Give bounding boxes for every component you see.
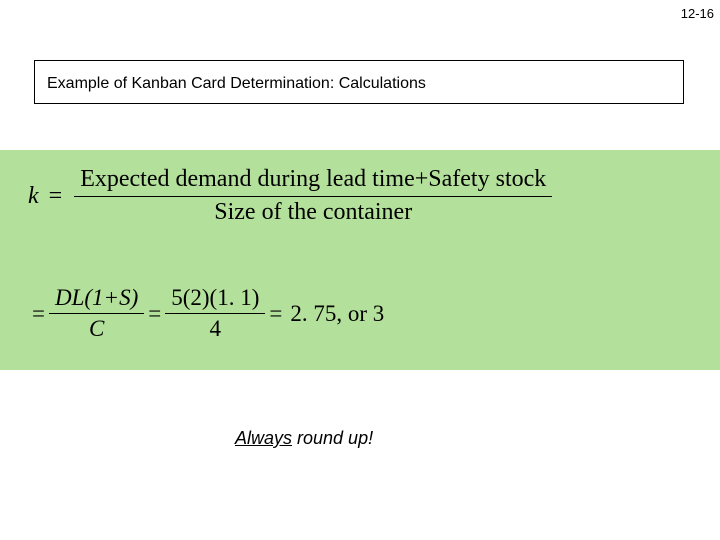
equals-sign: =	[269, 301, 282, 327]
formula-calculation: = DL(1+S) C = 5(2)(1. 1) 4 = 2. 75, or 3	[28, 285, 384, 343]
numeric-denominator: 4	[204, 316, 228, 342]
equals-sign: =	[32, 301, 45, 327]
symbolic-numerator: DL(1+S)	[49, 285, 144, 311]
numeric-numerator: 5(2)(1. 1)	[165, 285, 265, 311]
formula-numerator: Expected demand during lead time+Safety …	[74, 166, 552, 194]
symbolic-fraction: DL(1+S) C	[49, 285, 144, 343]
fraction-bar	[165, 313, 265, 314]
numeric-fraction: 5(2)(1. 1) 4	[165, 285, 265, 343]
footnote-rest: round up!	[292, 428, 373, 448]
result-value: 2. 75, or 3	[290, 301, 384, 327]
slide-title: Example of Kanban Card Determination: Ca…	[34, 60, 684, 104]
formula-definition: k = Expected demand during lead time+Saf…	[28, 166, 552, 226]
symbolic-denominator: C	[83, 316, 110, 342]
equals-sign: =	[148, 301, 161, 327]
footnote: Always round up!	[235, 428, 373, 449]
slide: 12-16 Example of Kanban Card Determinati…	[0, 0, 720, 540]
formula-denominator: Size of the container	[208, 199, 418, 227]
formula-lhs-variable: k	[28, 183, 39, 210]
equals-sign: =	[49, 183, 63, 210]
footnote-underlined: Always	[235, 428, 292, 448]
formula-fraction: Expected demand during lead time+Safety …	[74, 166, 552, 226]
fraction-bar	[49, 313, 144, 314]
page-number: 12-16	[681, 6, 714, 21]
fraction-bar	[74, 196, 552, 197]
